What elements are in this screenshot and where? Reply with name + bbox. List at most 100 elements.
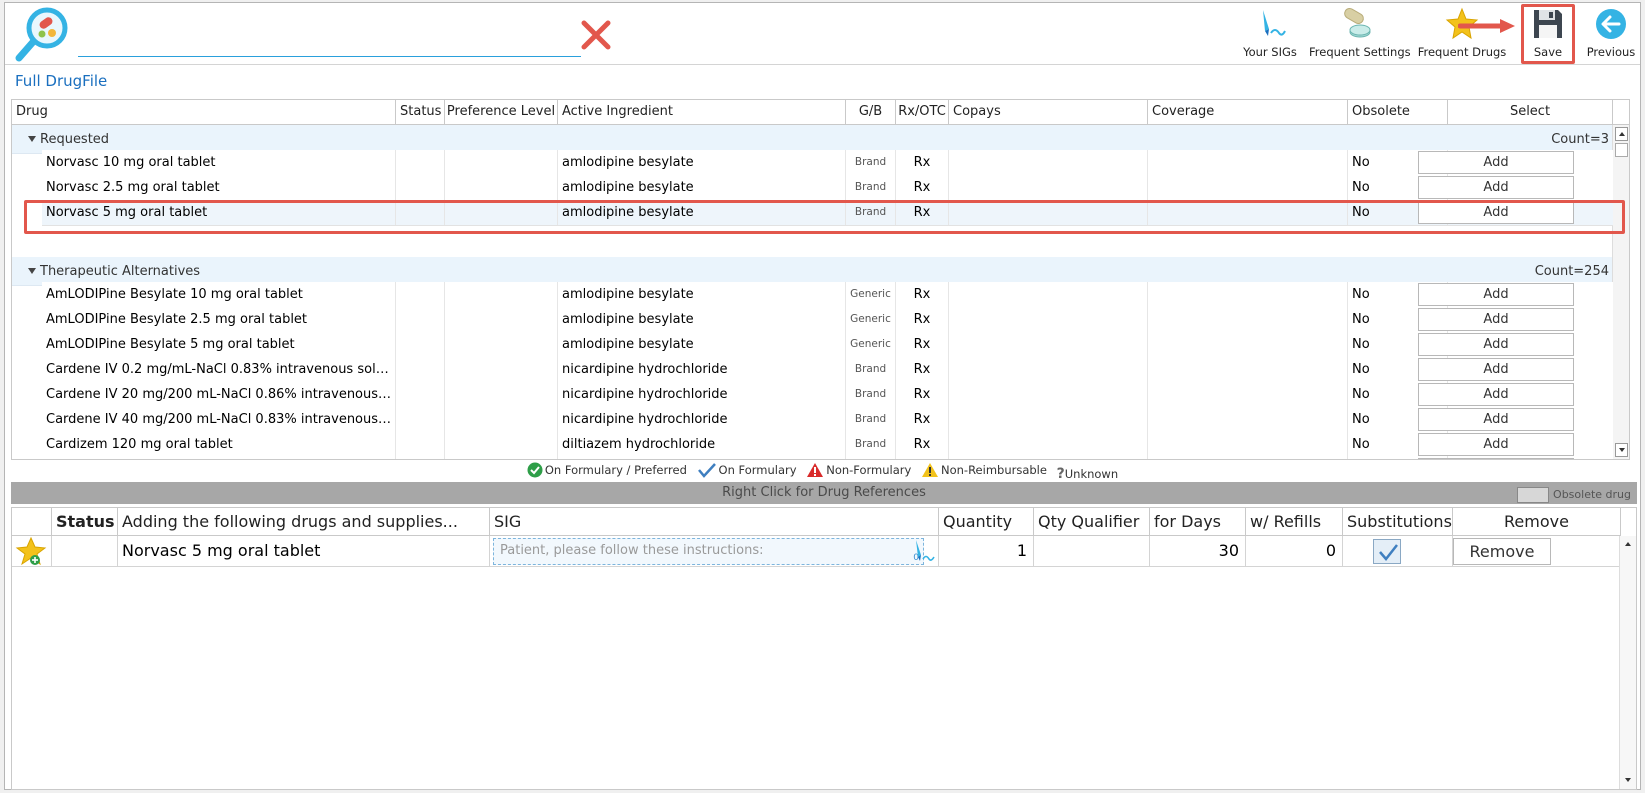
add-button[interactable]: Add bbox=[1418, 408, 1574, 431]
search-input[interactable] bbox=[78, 15, 581, 57]
scroll-down-button[interactable] bbox=[1615, 443, 1628, 457]
col-drug[interactable]: Drug bbox=[12, 100, 396, 125]
your-sigs-button[interactable]: Your SIGs bbox=[1241, 7, 1299, 63]
col-select[interactable]: Select bbox=[1448, 100, 1613, 125]
ingredient-cell: amlodipine besylate bbox=[558, 282, 846, 307]
add-button[interactable]: Add bbox=[1418, 283, 1574, 306]
add-button[interactable]: Add bbox=[1418, 151, 1574, 174]
order-col-quantity[interactable]: Quantity bbox=[939, 508, 1034, 536]
ingredient-cell: amlodipine besylate bbox=[558, 200, 846, 225]
scroll-thumb[interactable] bbox=[1615, 143, 1628, 157]
sig-pen-icon[interactable] bbox=[908, 538, 936, 565]
preference-cell bbox=[445, 150, 558, 175]
clear-search-icon[interactable] bbox=[579, 18, 613, 52]
add-button[interactable]: Add bbox=[1418, 176, 1574, 199]
drug-row[interactable]: Norvasc 2.5 mg oral tablet amlodipine bes… bbox=[42, 175, 1613, 201]
sig-input[interactable]: Patient, please follow these instruction… bbox=[493, 538, 924, 565]
drug-row[interactable]: AmLODIPine Besylate 10 mg oral tablet aml… bbox=[42, 282, 1613, 308]
preference-cell bbox=[445, 407, 558, 432]
order-col-qty-qualifier[interactable]: Qty Qualifier bbox=[1034, 508, 1150, 536]
rx-otc-cell: Rx bbox=[896, 150, 949, 175]
drug-row[interactable]: Cardene IV 20 mg/200 mL-NaCl 0.86% intra… bbox=[42, 382, 1613, 408]
drug-row[interactable]: Norvasc 5 mg oral tablet amlodipine besyl… bbox=[42, 200, 1613, 226]
status-cell bbox=[396, 407, 445, 432]
previous-button[interactable]: Previous bbox=[1585, 7, 1637, 63]
checkmark-icon bbox=[1379, 544, 1398, 561]
col-rx-otc[interactable]: Rx/OTC bbox=[896, 100, 949, 125]
order-grid-scrollbar[interactable] bbox=[1619, 536, 1636, 789]
collapse-triangle-icon[interactable] bbox=[28, 136, 36, 142]
drug-name-cell: AmLODIPine Besylate 2.5 mg oral tablet bbox=[42, 307, 396, 332]
order-quantity[interactable]: 1 bbox=[939, 536, 1034, 566]
collapse-triangle-icon[interactable] bbox=[28, 268, 36, 274]
order-col-status[interactable]: Status bbox=[52, 508, 118, 536]
order-col-substitutions[interactable]: Substitutions bbox=[1343, 508, 1453, 536]
favorite-star-add-icon[interactable] bbox=[14, 536, 50, 566]
substitutions-checkbox[interactable] bbox=[1373, 539, 1401, 564]
drug-references-bar[interactable]: Right Click for Drug References Obsolete… bbox=[11, 482, 1637, 504]
remove-button[interactable]: Remove bbox=[1453, 538, 1551, 565]
drug-grid-scrollbar[interactable] bbox=[1612, 125, 1629, 459]
add-button[interactable]: Add bbox=[1418, 333, 1574, 356]
drug-row[interactable]: Cardene IV 0.2 mg/mL-NaCl 0.83% intraven… bbox=[42, 357, 1613, 383]
add-button[interactable]: Add bbox=[1418, 308, 1574, 331]
pills-icon bbox=[1344, 8, 1371, 38]
scroll-up-button[interactable] bbox=[1615, 127, 1628, 141]
drug-row[interactable]: AmLODIPine Besylate 5 mg oral tablet amlo… bbox=[42, 332, 1613, 358]
order-row: Norvasc 5 mg oral tablet 1 30 0 Patient,… bbox=[12, 536, 1620, 567]
gb-cell: Generic bbox=[846, 332, 896, 357]
obsolete-swatch bbox=[1517, 487, 1550, 503]
back-arrow-icon bbox=[1596, 9, 1626, 39]
sig-pen-icon bbox=[1263, 10, 1286, 36]
group-count: Count=254 bbox=[1534, 264, 1609, 279]
drug-row[interactable]: Cardene IV 40 mg/200 mL-NaCl 0.83% intra… bbox=[42, 407, 1613, 433]
order-col-remove[interactable]: Remove bbox=[1453, 508, 1621, 536]
rx-otc-cell: Rx bbox=[896, 357, 949, 382]
order-col-drug[interactable]: Adding the following drugs and supplies.… bbox=[118, 508, 490, 536]
preference-cell bbox=[445, 332, 558, 357]
drug-references-text: Right Click for Drug References bbox=[722, 485, 926, 500]
order-refills[interactable]: 0 bbox=[1246, 536, 1343, 566]
copays-cell bbox=[949, 332, 1148, 357]
status-cell bbox=[396, 282, 445, 307]
drug-name-cell: Cardene IV 0.2 mg/mL-NaCl 0.83% intraven… bbox=[42, 357, 396, 382]
add-button[interactable]: Add bbox=[1418, 433, 1574, 456]
legend-label: On Formulary bbox=[718, 463, 797, 477]
status-cell bbox=[396, 357, 445, 382]
drug-row[interactable]: Cardizem 120 mg oral tablet diltiazem hyd… bbox=[42, 432, 1613, 458]
order-days[interactable]: 30 bbox=[1150, 536, 1246, 566]
legend-label: Unknown bbox=[1064, 467, 1119, 481]
col-copays[interactable]: Copays bbox=[949, 100, 1148, 125]
preference-cell bbox=[445, 282, 558, 307]
col-preference-level[interactable]: Preference Level bbox=[445, 100, 558, 125]
coverage-cell bbox=[1148, 407, 1348, 432]
order-qty-qualifier[interactable] bbox=[1034, 536, 1150, 566]
col-gb[interactable]: G/B bbox=[846, 100, 896, 125]
drug-row[interactable]: AmLODIPine Besylate 2.5 mg oral tablet am… bbox=[42, 307, 1613, 333]
frequent-drugs-button[interactable]: Frequent Drugs bbox=[1415, 7, 1509, 63]
yellow-warning-icon bbox=[922, 463, 938, 477]
gb-cell: Brand bbox=[846, 150, 896, 175]
col-coverage[interactable]: Coverage bbox=[1148, 100, 1348, 125]
frequent-settings-button[interactable]: Frequent Settings bbox=[1309, 7, 1411, 63]
your-sigs-label: Your SIGs bbox=[1243, 45, 1297, 59]
scroll-up-button[interactable] bbox=[1622, 538, 1635, 552]
add-button[interactable]: Add bbox=[1418, 201, 1574, 224]
order-col-refills[interactable]: w/ Refills bbox=[1246, 508, 1343, 536]
col-active-ingredient[interactable]: Active Ingredient bbox=[558, 100, 846, 125]
legend-label: Non-Formulary bbox=[826, 463, 912, 477]
add-button[interactable]: Add bbox=[1418, 358, 1574, 381]
drug-name-cell: AmLODIPine Besylate 5 mg oral tablet bbox=[42, 332, 396, 357]
order-col-for-days[interactable]: for Days bbox=[1150, 508, 1246, 536]
preference-cell bbox=[445, 432, 558, 457]
col-status[interactable]: Status bbox=[396, 100, 445, 125]
scroll-down-button[interactable] bbox=[1622, 774, 1635, 788]
previous-label: Previous bbox=[1586, 45, 1636, 59]
add-button[interactable]: Add bbox=[1418, 458, 1574, 459]
order-col-sig[interactable]: SIG bbox=[490, 508, 939, 536]
col-obsolete[interactable]: Obsolete bbox=[1348, 100, 1448, 125]
drug-row[interactable]: Norvasc 10 mg oral tablet amlodipine besy… bbox=[42, 150, 1613, 176]
drug-row[interactable]: Cardizem 30 mg oral tablet diltiazem hydr… bbox=[42, 457, 1613, 459]
ingredient-cell: amlodipine besylate bbox=[558, 307, 846, 332]
add-button[interactable]: Add bbox=[1418, 383, 1574, 406]
